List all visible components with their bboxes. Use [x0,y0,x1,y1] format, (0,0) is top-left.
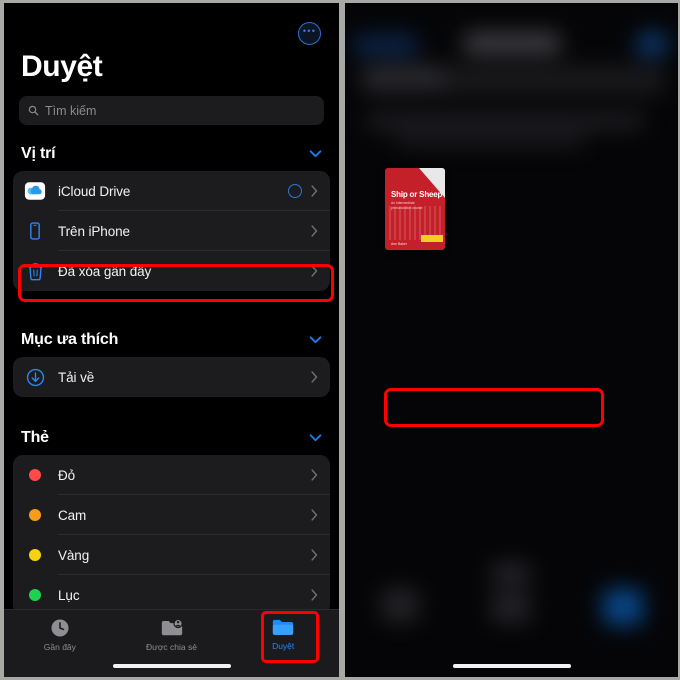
screenshot-root: ••• Duyệt Tìm kiếm Vị trí iCloud Drive T… [0,0,680,680]
chevron-right-icon [311,509,318,521]
chevron-right-icon [311,265,318,277]
tab-shared[interactable]: Được chia sẻ [116,617,228,652]
section-tags: Thẻ Đỏ Cam Vàng Lục [4,421,339,615]
list-item-downloads[interactable]: Tải về [13,357,330,397]
sync-progress-ring [288,184,302,198]
chevron-down-icon[interactable] [309,336,322,344]
right-phone-screen: Ship or Sheep An intermediate pronunciat… [345,3,678,677]
list-item-label: Đã xóa gần đây [58,263,152,279]
tab-label: Gần đây [43,642,76,652]
locations-list: iCloud Drive Trên iPhone Đã xóa gần đây [13,171,330,291]
search-input[interactable]: Tìm kiếm [19,96,324,125]
list-item-icloud-drive[interactable]: iCloud Drive [13,171,330,211]
search-placeholder: Tìm kiếm [45,103,97,118]
list-item-on-iphone[interactable]: Trên iPhone [13,211,330,251]
more-options-button[interactable]: ••• [298,22,321,45]
chevron-right-icon [311,549,318,561]
tab-label: Duyệt [272,641,295,651]
chevron-right-icon [311,469,318,481]
list-item-label: Trên iPhone [58,223,130,239]
favorites-list: Tải về [13,357,330,397]
tag-dot-icon [23,583,47,607]
chevron-right-icon [311,225,318,237]
chevron-right-icon [311,371,318,383]
cover-title: Ship or Sheep [391,190,443,199]
list-item-recently-deleted[interactable]: Đã xóa gần đây [13,251,330,291]
download-circle-icon [23,365,47,389]
blurred-background [345,3,678,677]
chevron-down-icon[interactable] [309,150,322,158]
list-item-label: Đỏ [58,467,76,483]
cover-subtitle: An intermediate pronunciation course [391,201,423,211]
list-item-tag-yellow[interactable]: Vàng [13,535,330,575]
section-header-favorites[interactable]: Mục ưa thích [4,323,339,357]
section-title: Mục ưa thích [21,331,119,348]
tag-dot-icon [23,543,47,567]
cover-band [421,235,443,242]
home-indicator[interactable] [112,664,231,668]
trash-icon [23,259,47,283]
tab-label: Được chia sẻ [146,642,197,652]
tab-bar: Gần đây Được chia sẻ Duyệt [4,609,339,677]
shared-folder-icon [161,618,183,636]
list-item-label: Lục [58,587,80,603]
list-item-label: iCloud Drive [58,183,131,199]
tags-list: Đỏ Cam Vàng Lục [13,455,330,615]
section-title: Thẻ [21,429,49,446]
clock-icon [51,619,69,637]
tab-browse[interactable]: Duyệt [227,617,339,651]
icloud-drive-icon [23,179,47,203]
folder-icon [273,619,294,635]
section-header-tags[interactable]: Thẻ [4,421,339,455]
home-indicator[interactable] [452,664,571,668]
page-title: Duyệt [21,50,103,83]
search-icon [28,105,39,116]
chevron-right-icon [311,185,318,197]
left-phone-screen: ••• Duyệt Tìm kiếm Vị trí iCloud Drive T… [4,3,339,677]
list-item-tag-orange[interactable]: Cam [13,495,330,535]
section-title: Vị trí [21,145,56,162]
section-header-locations[interactable]: Vị trí [4,137,339,171]
list-item-tag-red[interactable]: Đỏ [13,455,330,495]
list-item-label: Cam [58,507,87,523]
chevron-right-icon [311,589,318,601]
list-item-label: Vàng [58,547,90,563]
tag-dot-icon [23,463,47,487]
tag-dot-icon [23,503,47,527]
list-item-label: Tải về [58,369,95,385]
chevron-down-icon[interactable] [309,434,322,442]
section-locations: Vị trí iCloud Drive Trên iPhone Đã xóa g… [4,137,339,291]
cover-author: Ann Baker [391,242,407,246]
tab-recents[interactable]: Gần đây [4,617,116,652]
section-favorites: Mục ưa thích Tải về [4,323,339,397]
file-thumbnail[interactable]: Ship or Sheep An intermediate pronunciat… [385,168,445,250]
iphone-icon [23,219,47,243]
